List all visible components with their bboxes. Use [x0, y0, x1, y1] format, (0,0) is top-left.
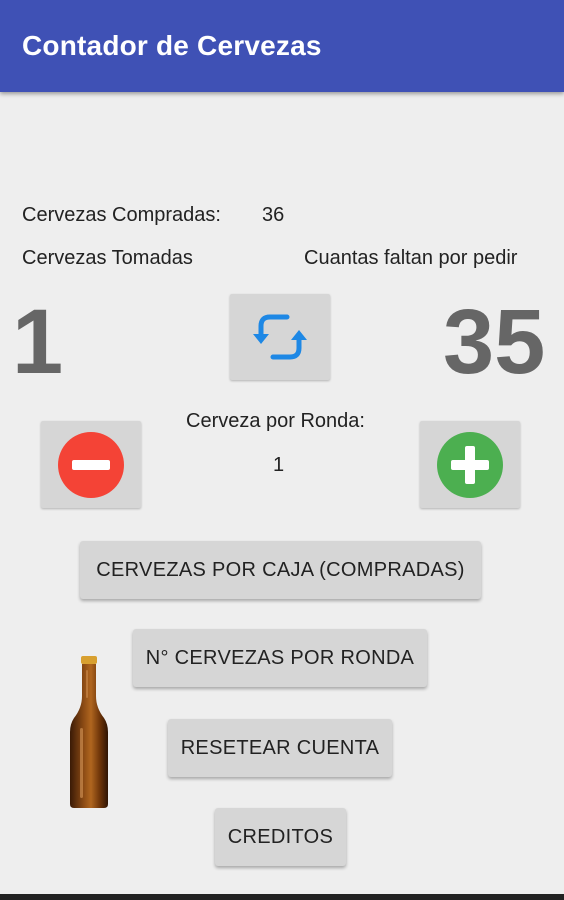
app-title: Contador de Cervezas [22, 30, 322, 61]
beers-per-round-button[interactable]: N° CERVEZAS POR RONDA [133, 629, 427, 687]
bottom-edge [0, 894, 564, 900]
round-value: 1 [273, 454, 285, 476]
reset-count-button[interactable]: RESETEAR CUENTA [168, 719, 392, 777]
decrease-button[interactable] [41, 421, 141, 508]
purchased-label: Cervezas Compradas: [22, 204, 221, 226]
taken-label: Cervezas Tomadas [22, 247, 193, 269]
credits-button[interactable]: CREDITOS [215, 808, 346, 866]
minus-icon [58, 431, 124, 498]
beers-per-box-button[interactable]: CERVEZAS POR CAJA (COMPRADAS) [80, 541, 481, 599]
app-bar: Contador de Cervezas [0, 0, 564, 92]
purchased-value: 36 [262, 204, 285, 226]
beer-bottle-icon [70, 656, 108, 808]
refresh-button[interactable] [230, 294, 330, 380]
plus-icon [437, 431, 503, 498]
taken-count: 1 [12, 291, 64, 393]
round-label: Cerveza por Ronda: [186, 410, 365, 432]
increase-button[interactable] [420, 421, 520, 508]
remaining-label: Cuantas faltan por pedir [304, 247, 518, 269]
remaining-count: 35 [443, 291, 546, 393]
refresh-icon [253, 314, 307, 360]
